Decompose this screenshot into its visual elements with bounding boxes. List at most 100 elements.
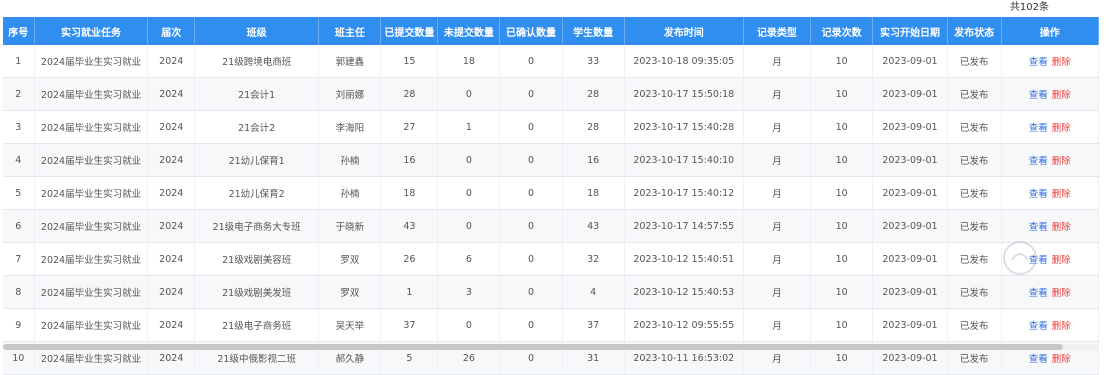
table-cell: 2023-09-01 xyxy=(872,209,948,243)
table-cell: 18 xyxy=(437,45,501,78)
view-link[interactable]: 查看 xyxy=(1029,120,1048,134)
table-row: 2 2024届毕业生实习就业 2024 21会计1 刘丽娜 28 0 0 28 2023-10-1… xyxy=(3,77,1100,111)
table-cell: 0 xyxy=(499,209,563,243)
table-cell: 21幼儿保育2 xyxy=(194,176,320,210)
table-cell: 2024届毕业生实习就业 xyxy=(34,45,149,78)
table-cell: 孙楠 xyxy=(318,143,382,177)
table-cell: 1 xyxy=(3,45,35,78)
table-cell: 0 xyxy=(499,110,563,144)
table-cell: 26 xyxy=(380,242,439,276)
table-cell: 2024 xyxy=(147,110,196,144)
view-link[interactable]: 查看 xyxy=(1029,186,1048,200)
table-cell: 2023-09-01 xyxy=(872,176,948,210)
table-cell: 2024届毕业生实习就业 xyxy=(34,242,149,276)
table-cell: 4 xyxy=(562,275,625,309)
table-cell: 2024届毕业生实习就业 xyxy=(34,275,149,309)
table-cell: 2023-10-17 15:40:10 xyxy=(624,143,744,177)
view-link[interactable]: 查看 xyxy=(1029,219,1048,233)
table-cell: 16 xyxy=(562,143,625,177)
delete-link[interactable]: 删除 xyxy=(1052,87,1071,101)
table-cell: 21级电子商务大专班 xyxy=(194,209,320,243)
delete-link[interactable]: 删除 xyxy=(1052,351,1071,365)
table-cell: 吴天举 xyxy=(318,308,382,342)
table-cell: 3 xyxy=(437,275,501,309)
table-cell: 刘丽娜 xyxy=(318,77,382,111)
table-cell: 2024届毕业生实习就业 xyxy=(34,308,149,342)
table-cell: 0 xyxy=(437,143,501,177)
table-cell: 郭建鑫 xyxy=(318,45,382,78)
table-cell: 于晓新 xyxy=(318,209,382,243)
table-cell: 32 xyxy=(562,242,625,276)
column-header: 已确认数量 xyxy=(499,17,563,45)
table-cell: 0 xyxy=(499,176,563,210)
table-cell: 2024届毕业生实习就业 xyxy=(34,77,149,111)
table-cell: 37 xyxy=(380,308,439,342)
table-cell: 2023-09-01 xyxy=(872,110,948,144)
horizontal-scrollbar[interactable] xyxy=(3,344,1099,350)
table-cell: 6 xyxy=(437,242,501,276)
view-link[interactable]: 查看 xyxy=(1029,351,1048,365)
delete-link[interactable]: 删除 xyxy=(1052,285,1071,299)
table-cell: 0 xyxy=(499,308,563,342)
table-row: 8 2024届毕业生实习就业 2024 21级戏剧美发班 罗双 1 3 0 4 2023-10-1… xyxy=(3,275,1100,309)
delete-link[interactable]: 删除 xyxy=(1052,252,1071,266)
column-header: 学生数量 xyxy=(562,17,625,45)
delete-link[interactable]: 删除 xyxy=(1052,318,1071,332)
table-cell: 5 xyxy=(3,176,35,210)
table-cell: 3 xyxy=(3,110,35,144)
table-cell: 2023-10-12 15:40:51 xyxy=(624,242,744,276)
delete-link[interactable]: 删除 xyxy=(1052,186,1071,200)
watermark-logo-icon xyxy=(1003,241,1037,275)
table-cell: 2023-09-01 xyxy=(872,143,948,177)
table-cell: 2023-10-17 14:57:55 xyxy=(624,209,744,243)
table-cell: 月 xyxy=(743,110,812,144)
table-cell: 李海阳 xyxy=(318,110,382,144)
table-cell: 43 xyxy=(380,209,439,243)
table-cell: 10 xyxy=(810,45,874,78)
table-cell: 27 xyxy=(380,110,439,144)
table-cell: 33 xyxy=(562,45,625,78)
table-cell: 已发布 xyxy=(947,242,1002,276)
delete-link[interactable]: 删除 xyxy=(1052,54,1071,68)
actions-cell: 查看 删除 xyxy=(1001,176,1100,210)
table-cell: 21会计2 xyxy=(194,110,320,144)
view-link[interactable]: 查看 xyxy=(1029,87,1048,101)
scroll-thumb[interactable] xyxy=(3,344,1063,350)
column-header: 发布状态 xyxy=(947,17,1002,45)
actions-cell: 查看 删除 xyxy=(1001,110,1100,144)
table-cell: 4 xyxy=(3,143,35,177)
table-cell: 43 xyxy=(562,209,625,243)
table-cell: 0 xyxy=(437,308,501,342)
table-cell: 2024 xyxy=(147,275,196,309)
table-cell: 2023-10-12 15:40:53 xyxy=(624,275,744,309)
table-cell: 8 xyxy=(3,275,35,309)
view-link[interactable]: 查看 xyxy=(1029,285,1048,299)
table-cell: 10 xyxy=(810,242,874,276)
table-cell: 10 xyxy=(810,77,874,111)
table-cell: 已发布 xyxy=(947,176,1002,210)
table-cell: 2023-09-01 xyxy=(872,77,948,111)
actions-cell: 查看 删除 xyxy=(1001,45,1100,78)
table-cell: 28 xyxy=(562,77,625,111)
table-cell: 0 xyxy=(437,209,501,243)
table-cell: 2024 xyxy=(147,77,196,111)
table-cell: 28 xyxy=(380,77,439,111)
view-link[interactable]: 查看 xyxy=(1029,153,1048,167)
column-header: 记录次数 xyxy=(810,17,874,45)
delete-link[interactable]: 删除 xyxy=(1052,219,1071,233)
table-cell: 9 xyxy=(3,308,35,342)
table-cell: 2024 xyxy=(147,308,196,342)
delete-link[interactable]: 删除 xyxy=(1052,120,1071,134)
view-link[interactable]: 查看 xyxy=(1029,318,1048,332)
table-cell: 16 xyxy=(380,143,439,177)
column-header: 已提交数量 xyxy=(380,17,439,45)
task-table: 序号 实习就业任务 届次 班级 班主任 已提交数量 未提交数量 已确认数量 学生数量 发布时间 记录… xyxy=(3,17,1100,375)
table-row: 7 2024届毕业生实习就业 2024 21级戏剧美容班 罗双 26 6 0 32 2023-10… xyxy=(3,242,1100,276)
table-cell: 2023-09-01 xyxy=(872,242,948,276)
table-cell: 罗双 xyxy=(318,242,382,276)
table-cell: 0 xyxy=(437,77,501,111)
table-cell: 10 xyxy=(810,176,874,210)
view-link[interactable]: 查看 xyxy=(1029,54,1048,68)
delete-link[interactable]: 删除 xyxy=(1052,153,1071,167)
column-header: 发布时间 xyxy=(624,17,744,45)
